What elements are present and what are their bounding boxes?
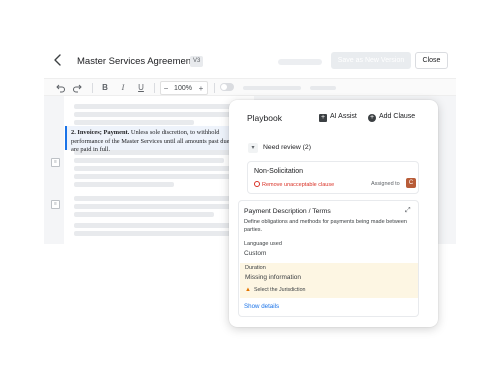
jurisdiction-warning: ▲ Select the Jurisdiction: [245, 287, 305, 293]
text-placeholder: [74, 166, 244, 171]
duration-value: Missing information: [245, 274, 301, 281]
expand-icon[interactable]: ⤢: [405, 207, 411, 215]
toolbar-divider: [154, 83, 155, 93]
need-review-label: Need review (2): [263, 144, 311, 151]
warning-text: Remove unacceptable clause: [262, 182, 335, 188]
zoom-out-button[interactable]: −: [162, 82, 170, 96]
review-item-title: Non-Solicitation: [254, 168, 304, 175]
toolbar-divider: [92, 83, 93, 93]
text-placeholder: [74, 174, 238, 179]
clause-heading: 2. Invoices; Payment.: [71, 129, 130, 136]
italic-button[interactable]: I: [118, 81, 128, 95]
text-placeholder: [74, 212, 214, 217]
chevron-down-icon: ▾: [248, 143, 258, 153]
warning-icon: ▲: [245, 287, 251, 293]
text-placeholder: [74, 104, 234, 109]
save-as-new-version-button[interactable]: Save as New Version: [331, 52, 411, 69]
duration-label: Duration: [245, 265, 266, 271]
undo-icon[interactable]: [54, 81, 66, 95]
error-icon: [254, 181, 260, 187]
comment-marker-icon[interactable]: ≡: [51, 158, 60, 167]
text-placeholder: [74, 204, 244, 209]
payment-terms-title: Payment Description / Terms: [244, 208, 331, 215]
jurisdiction-warning-text: Select the Jurisdiction: [253, 287, 306, 293]
formatting-toolbar: B I U − 100% +: [44, 78, 456, 96]
toolbar-placeholder: [310, 86, 336, 90]
back-arrow-icon[interactable]: [50, 52, 66, 68]
header-placeholder: [278, 59, 322, 65]
duration-field[interactable]: Duration Missing information ▲ Select the…: [240, 263, 418, 298]
document-title: Master Services Agreement: [77, 56, 194, 67]
text-placeholder: [74, 231, 232, 236]
zoom-level: 100%: [174, 85, 192, 92]
ai-assist-label: AI Assist: [330, 113, 357, 120]
toolbar-placeholder: [243, 86, 301, 90]
text-placeholder: [74, 112, 244, 117]
zoom-in-button[interactable]: +: [197, 82, 205, 96]
language-used-value: Custom: [244, 250, 267, 257]
version-badge: V3: [190, 56, 204, 67]
add-clause-label: Add Clause: [379, 113, 416, 120]
assignee-avatar[interactable]: C: [406, 178, 416, 188]
redo-icon[interactable]: [72, 81, 84, 95]
plus-circle-icon: +: [368, 114, 376, 122]
close-button[interactable]: Close: [415, 52, 448, 69]
text-placeholder: [74, 223, 242, 228]
comment-marker-icon[interactable]: ≡: [51, 200, 60, 209]
playbook-panel: Playbook + AI Assist + Add Clause ▾ Need r…: [229, 100, 438, 327]
app-header: Master Services Agreement V3 Save as New…: [44, 48, 456, 74]
payment-terms-card: Payment Description / Terms ⤢ Define obl…: [238, 200, 419, 317]
assigned-to-label: Assigned to: [371, 181, 400, 187]
text-placeholder: [74, 182, 174, 187]
playbook-title: Playbook: [247, 113, 282, 123]
text-placeholder: [74, 120, 194, 125]
need-review-section-toggle[interactable]: ▾ Need review (2): [243, 140, 424, 156]
track-changes-toggle[interactable]: [220, 83, 234, 91]
review-item-card[interactable]: Non-Solicitation Remove unacceptable cla…: [247, 161, 419, 194]
show-details-link[interactable]: Show details: [244, 303, 279, 310]
payment-terms-description: Define obligations and methods for payme…: [244, 219, 407, 233]
document-page[interactable]: [64, 96, 254, 244]
text-placeholder: [74, 196, 240, 201]
highlighted-clause[interactable]: 2. Invoices; Payment. Unless sole discre…: [65, 126, 235, 153]
text-placeholder: [74, 158, 224, 163]
bold-button[interactable]: B: [100, 81, 110, 95]
underline-button[interactable]: U: [136, 81, 146, 95]
toolbar-divider: [214, 83, 215, 93]
zoom-control: − 100% +: [160, 81, 208, 95]
add-clause-button[interactable]: + Add Clause: [368, 113, 415, 122]
language-used-label: Language used: [244, 241, 282, 247]
plus-square-icon: +: [319, 114, 327, 122]
review-item-warning: Remove unacceptable clause: [254, 181, 334, 188]
ai-assist-button[interactable]: + AI Assist: [319, 113, 357, 122]
